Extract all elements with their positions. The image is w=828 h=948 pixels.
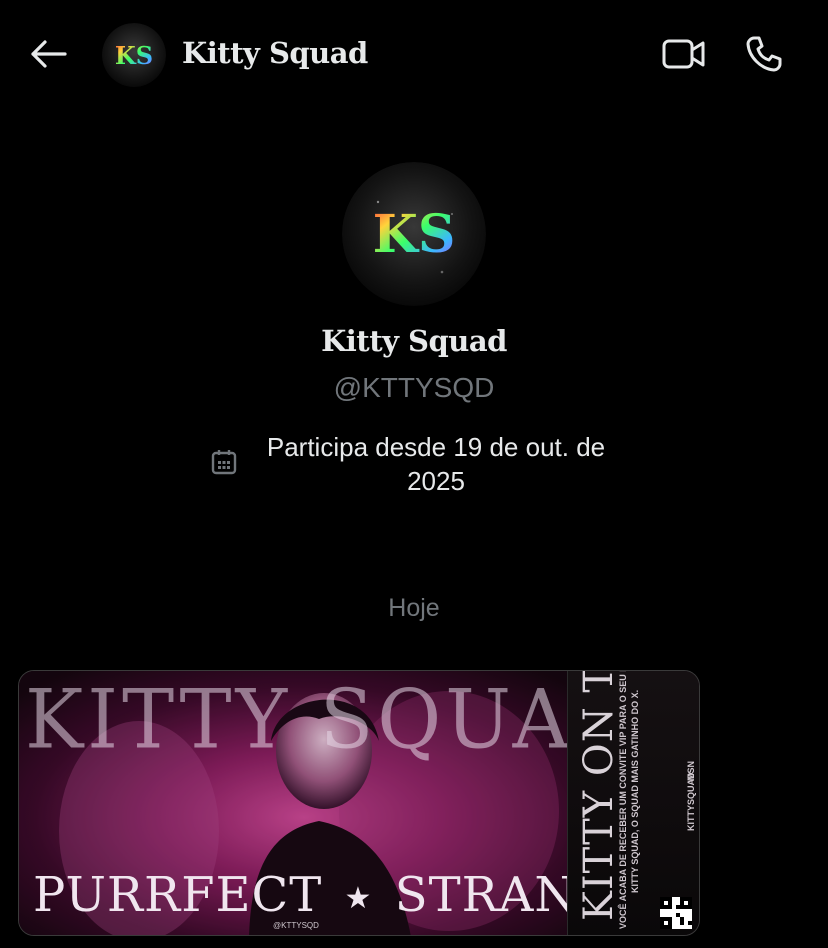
voice-call-button[interactable] — [740, 32, 788, 76]
kitty-squad-logo-icon: KS — [102, 23, 166, 87]
ticket-handle: @KTTYSQD — [273, 921, 319, 930]
arrow-left-icon — [31, 40, 67, 68]
star-icon: ★ — [344, 881, 373, 916]
profile-handle[interactable]: @KTTYSQD — [0, 372, 828, 404]
calendar-icon — [211, 450, 237, 475]
profile-name[interactable]: Kitty Squad — [0, 324, 828, 358]
conversation-title[interactable]: Kitty Squad — [182, 36, 368, 70]
ticket-stub-text-3: KITTYSQUAD — [686, 772, 696, 832]
ticket-subtitle-left: PURRFECT — [33, 867, 323, 923]
video-camera-icon — [662, 39, 705, 69]
phone-icon — [746, 36, 782, 72]
kitty-squad-logo-icon: KS — [342, 162, 486, 306]
day-separator: Hoje — [388, 594, 440, 622]
svg-text:KS: KS — [115, 41, 153, 70]
conversation-header: KS Kitty Squad — [0, 0, 828, 110]
qr-code-icon — [660, 897, 692, 929]
ticket-image-message[interactable]: KITTY SQUAD PURRFECT ★ STRANGER @KTTYSQD… — [18, 670, 700, 936]
ticket-stub-text-1: VOCÊ ACABA DE RECEBER UM CONVITE VIP PAR… — [618, 670, 628, 929]
ticket-stub-title: KITTY ON THE STAGE — [576, 670, 622, 921]
ticket-title: KITTY SQUAD — [25, 672, 640, 768]
ticket-stub-text-4: MSN — [686, 761, 696, 781]
back-button[interactable] — [26, 34, 70, 74]
video-call-button[interactable] — [660, 34, 708, 74]
ticket-stub-text-2: KITTY SQUAD, O SQUAD MAIS GATINHO DO X. — [630, 689, 640, 893]
ticket-stub: KITTY ON THE STAGE VOCÊ ACABA DE RECEBER… — [567, 670, 699, 935]
joined-date-text: Participa desde 19 de out. de 2025 — [266, 432, 606, 496]
svg-text:KS: KS — [373, 204, 456, 265]
joined-date-row: Participa desde 19 de out. de 2025 — [210, 430, 630, 500]
header-avatar[interactable]: KS — [102, 23, 166, 87]
profile-avatar[interactable]: KS — [342, 162, 486, 306]
